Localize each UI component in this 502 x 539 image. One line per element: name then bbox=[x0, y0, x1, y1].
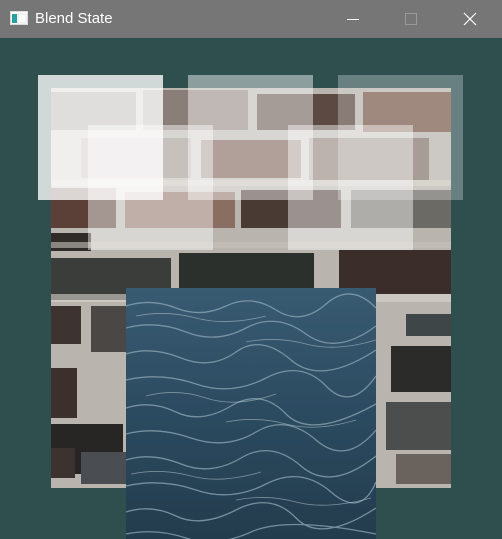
window-title: Blend State bbox=[35, 10, 113, 27]
title-bar[interactable]: Blend State bbox=[0, 0, 502, 38]
blend-quad-4 bbox=[88, 125, 213, 250]
app-window-icon bbox=[10, 11, 28, 25]
minimize-icon bbox=[347, 19, 359, 20]
maximize-button[interactable] bbox=[388, 0, 434, 38]
maximize-icon bbox=[405, 13, 417, 25]
close-button[interactable] bbox=[447, 0, 493, 38]
water-texture bbox=[126, 288, 376, 539]
app-window: Blend State bbox=[0, 0, 502, 539]
blend-quad-5 bbox=[288, 125, 413, 250]
close-icon bbox=[463, 12, 477, 26]
render-viewport[interactable] bbox=[0, 38, 502, 539]
minimize-button[interactable] bbox=[330, 0, 376, 38]
